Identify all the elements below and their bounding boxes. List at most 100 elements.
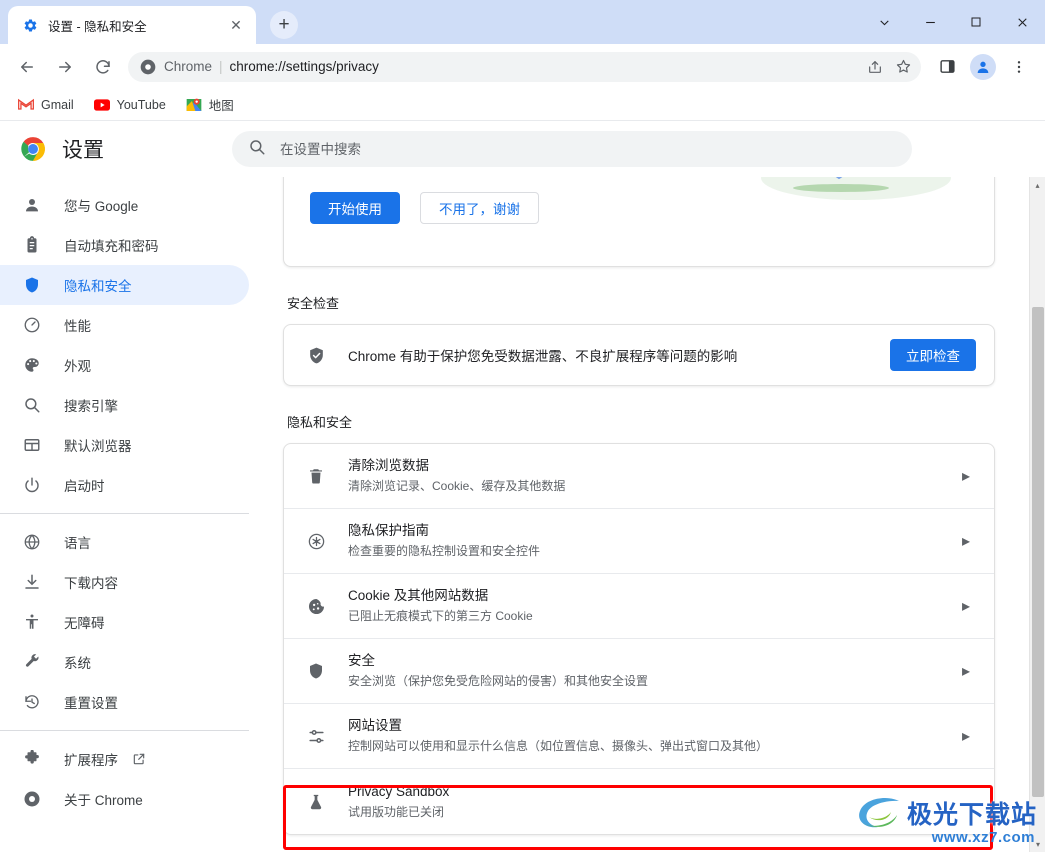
shield-check-icon (306, 345, 326, 365)
row-cookies-site-data[interactable]: Cookie 及其他网站数据 已阻止无痕模式下的第三方 Cookie ▸ (284, 574, 994, 639)
sidebar-item-performance[interactable]: 性能 (0, 305, 249, 345)
sidebar-item-autofill[interactable]: 自动填充和密码 (0, 225, 249, 265)
row-body: Cookie 及其他网站数据 已阻止无痕模式下的第三方 Cookie (348, 587, 956, 625)
row-title: 网站设置 (348, 718, 402, 733)
sidebar-item-you-and-google[interactable]: 您与 Google (0, 185, 249, 225)
sidebar-item-privacy-security[interactable]: 隐私和安全 (0, 265, 249, 305)
sidebar-item-label: 外观 (64, 359, 91, 374)
bookmark-maps[interactable]: 地图 (178, 91, 242, 118)
close-icon[interactable]: ✕ (226, 15, 246, 35)
sidebar-item-extensions[interactable]: 扩展程序 (0, 739, 249, 779)
sidebar-item-search-engine[interactable]: 搜索引擎 (0, 385, 249, 425)
row-site-settings[interactable]: 网站设置 控制网站可以使用和显示什么信息（如位置信息、摄像头、弹出式窗口及其他）… (284, 704, 994, 769)
forward-icon[interactable] (50, 52, 80, 82)
scrollbar-thumb[interactable] (1032, 307, 1044, 797)
minimize-icon[interactable] (907, 0, 953, 44)
sidebar-item-about-chrome[interactable]: 关于 Chrome (0, 779, 249, 819)
maps-icon (186, 97, 202, 113)
search-icon (22, 395, 42, 415)
new-tab-button[interactable]: + (270, 11, 298, 39)
sidebar-item-label: 您与 Google (64, 199, 139, 214)
sidebar-item-label: 重置设置 (64, 696, 118, 711)
tab-search-chevron-down-icon[interactable] (861, 0, 907, 44)
safety-check-description: Chrome 有助于保护您免受数据泄露、不良扩展程序等问题的影响 (348, 349, 738, 364)
address-bar[interactable]: Chrome | chrome://settings/privacy (128, 51, 921, 82)
row-privacy-sandbox[interactable]: Privacy Sandbox 试用版功能已关闭 (284, 769, 994, 834)
person-icon (22, 195, 42, 215)
shield-magnifier-illustration (736, 177, 966, 210)
safety-check-section-title: 安全检查 (287, 296, 340, 311)
sidebar-item-default-browser[interactable]: 默认浏览器 (0, 425, 249, 465)
maximize-icon[interactable] (953, 0, 999, 44)
sidebar-item-languages[interactable]: 语言 (0, 522, 249, 562)
search-input[interactable] (280, 141, 896, 157)
trash-icon (306, 466, 326, 486)
bookmark-gmail[interactable]: Gmail (10, 93, 82, 117)
sidebar-item-label: 启动时 (64, 479, 105, 494)
row-title: Privacy Sandbox (348, 783, 450, 799)
download-icon (22, 572, 42, 592)
sidebar-item-label: 下载内容 (64, 576, 118, 591)
settings-body: 您与 Google 自动填充和密码 隐私和安全 性能 外观 搜索引擎 默认浏览器… (0, 177, 1045, 852)
row-security[interactable]: 安全 安全浏览（保护您免受危险网站的侵害）和其他安全设置 ▸ (284, 639, 994, 704)
row-title: 安全 (348, 653, 375, 668)
sidebar-item-appearance[interactable]: 外观 (0, 345, 249, 385)
sidebar-item-downloads[interactable]: 下载内容 (0, 562, 249, 602)
sidebar-item-label: 语言 (64, 536, 91, 551)
speedometer-icon (22, 315, 42, 335)
row-clear-browsing-data[interactable]: 清除浏览数据 清除浏览记录、Cookie、缓存及其他数据 ▸ (284, 444, 994, 509)
row-title: Cookie 及其他网站数据 (348, 588, 489, 603)
profile-avatar[interactable] (968, 52, 998, 82)
window-close-icon[interactable] (999, 0, 1045, 44)
sidebar-item-system[interactable]: 系统 (0, 642, 249, 682)
get-started-button[interactable]: 开始使用 (310, 192, 400, 224)
omnibox-url: chrome://settings/privacy (229, 59, 379, 74)
omnibox-actions (861, 53, 917, 81)
back-icon[interactable] (12, 52, 42, 82)
chevron-right-icon[interactable]: ▸ (956, 726, 976, 746)
sidebar-item-on-startup[interactable]: 启动时 (0, 465, 249, 505)
side-panel-icon[interactable] (932, 52, 962, 82)
chevron-right-icon[interactable]: ▸ (956, 596, 976, 616)
accessibility-icon (22, 612, 42, 632)
no-thanks-button[interactable]: 不用了，谢谢 (420, 192, 539, 224)
chevron-right-icon[interactable]: ▸ (956, 531, 976, 551)
omnibox-separator: | (219, 59, 223, 74)
history-restore-icon (22, 692, 42, 712)
row-subtitle: 控制网站可以使用和显示什么信息（如位置信息、摄像头、弹出式窗口及其他） (348, 739, 769, 753)
globe-icon (22, 532, 42, 552)
sidebar-item-accessibility[interactable]: 无障碍 (0, 602, 249, 642)
reload-icon[interactable] (88, 52, 118, 82)
sidebar-item-label: 关于 Chrome (64, 793, 143, 808)
privacy-guide-promo-card: 开始使用 不用了，谢谢 (283, 177, 995, 267)
star-icon[interactable] (889, 53, 917, 81)
bookmarks-bar: Gmail YouTube 地图 (0, 89, 1045, 121)
chevron-right-icon[interactable]: ▸ (956, 661, 976, 681)
check-now-button[interactable]: 立即检查 (890, 339, 976, 371)
row-body: Privacy Sandbox 试用版功能已关闭 (348, 783, 956, 821)
open-in-new-icon (132, 752, 146, 766)
toolbar-right-icons (929, 52, 1037, 82)
share-icon[interactable] (861, 53, 889, 81)
bookmark-youtube[interactable]: YouTube (86, 93, 174, 117)
cookie-icon (306, 596, 326, 616)
row-privacy-guide[interactable]: 隐私保护指南 检查重要的隐私控制设置和安全控件 ▸ (284, 509, 994, 574)
sidebar-item-label: 无障碍 (64, 616, 105, 631)
row-subtitle: 安全浏览（保护您免受危险网站的侵害）和其他安全设置 (348, 674, 649, 688)
vertical-scrollbar[interactable]: ▴ ▾ (1029, 177, 1045, 852)
chevron-right-icon[interactable]: ▸ (956, 466, 976, 486)
scroll-down-arrow-icon[interactable]: ▾ (1030, 836, 1045, 852)
chrome-menu-icon[interactable] (1004, 52, 1034, 82)
sidebar-item-reset-settings[interactable]: 重置设置 (0, 682, 249, 722)
sidebar-item-label: 自动填充和密码 (64, 239, 159, 254)
chrome-icon (140, 59, 156, 75)
settings-search-box[interactable] (232, 131, 912, 167)
settings-header: 设置 (0, 121, 1045, 177)
avatar (970, 53, 996, 80)
browser-tab-settings[interactable]: 设置 - 隐私和安全 ✕ (8, 6, 256, 44)
power-icon (22, 475, 42, 495)
scroll-up-arrow-icon[interactable]: ▴ (1030, 177, 1045, 193)
row-body: 隐私保护指南 检查重要的隐私控制设置和安全控件 (348, 522, 956, 560)
bookmark-label: 地图 (208, 99, 234, 113)
safety-check-card: Chrome 有助于保护您免受数据泄露、不良扩展程序等问题的影响 立即检查 (283, 324, 995, 386)
